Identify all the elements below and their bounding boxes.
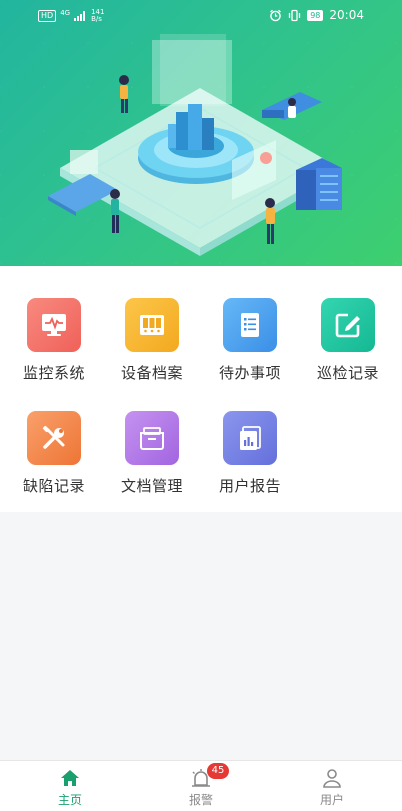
menu-label: 设备档案 — [120, 364, 183, 382]
menu-label: 缺陷记录 — [22, 477, 85, 495]
tab-label: 报警 — [188, 793, 213, 807]
report-chart-icon — [223, 411, 277, 465]
home-icon — [61, 770, 79, 786]
menu-label: 巡检记录 — [316, 364, 379, 382]
battery-level: 98 — [307, 9, 324, 21]
person-figure-4 — [288, 98, 296, 118]
status-right: 98 20:04 — [269, 8, 364, 22]
menu-label: 待办事项 — [218, 364, 281, 382]
tab-home[interactable]: 主页 — [20, 761, 120, 811]
menu-label: 用户报告 — [218, 477, 281, 495]
tab-user[interactable]: 用户 — [282, 761, 382, 811]
network-speed: 141 B/s — [91, 9, 104, 23]
bottom-tab-bar: 主页 45 报警 用户 — [0, 760, 402, 811]
tab-alarm[interactable]: 45 报警 — [151, 761, 251, 811]
content-empty-area — [0, 512, 402, 760]
menu-item-user-report[interactable]: 用户报告 — [202, 411, 298, 501]
menu-item-documents[interactable]: 文档管理 — [104, 411, 200, 501]
menu-item-equipment-archive[interactable]: 设备档案 — [104, 298, 200, 388]
menu-item-defects[interactable]: 缺陷记录 — [6, 411, 102, 501]
network-speed-unit: B/s — [91, 15, 102, 23]
todo-list-icon — [223, 298, 277, 352]
menu-item-todo[interactable]: 待办事项 — [202, 298, 298, 388]
menu-label: 文档管理 — [120, 477, 183, 495]
menu-item-monitoring[interactable]: 监控系统 — [6, 298, 102, 388]
menu-item-inspection[interactable]: 巡检记录 — [300, 298, 396, 388]
monitor-pulse-icon — [27, 298, 81, 352]
signal-icon — [74, 11, 86, 21]
folder-docs-icon — [125, 411, 179, 465]
person-figure-3 — [265, 198, 275, 244]
alarm-clock-icon — [270, 9, 282, 21]
menu-label: 监控系统 — [22, 364, 85, 382]
status-bar: HD 4G 141 B/s 98 20:04 — [0, 0, 402, 32]
alarm-count-badge: 45 — [207, 763, 229, 779]
hero-banner: HD 4G 141 B/s 98 20:04 — [0, 0, 402, 266]
network-type: 4G — [60, 9, 71, 17]
menu-grid: 监控系统 设备档案 待办事项 巡检记录 缺陷记录 文档管理 用户报告 — [0, 266, 402, 512]
hd-indicator: HD — [38, 10, 57, 22]
status-left: HD 4G 141 B/s — [38, 9, 104, 23]
vibrate-icon — [289, 9, 301, 21]
person-figure-2 — [110, 189, 120, 233]
tab-label: 主页 — [57, 793, 82, 807]
hero-illustration — [48, 34, 342, 256]
user-icon — [323, 769, 341, 788]
edit-record-icon — [321, 298, 375, 352]
status-time: 20:04 — [329, 8, 364, 22]
wrench-screwdriver-icon — [27, 411, 81, 465]
person-figure-1 — [119, 75, 129, 113]
tab-label: 用户 — [319, 793, 344, 807]
archive-drawers-icon — [125, 298, 179, 352]
